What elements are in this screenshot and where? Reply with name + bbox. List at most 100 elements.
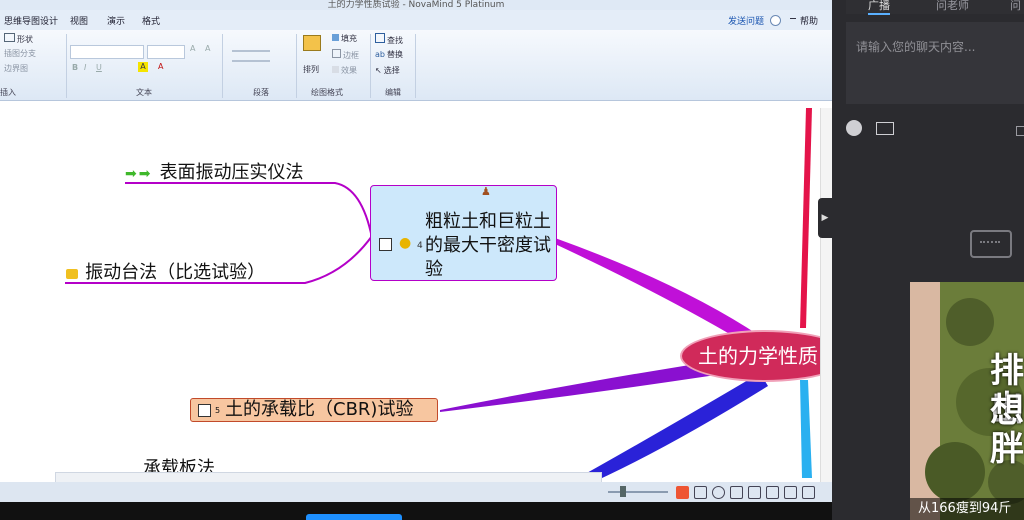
topic-cbr[interactable]: 5 土的承载比（CBR)试验 xyxy=(190,398,438,422)
border-button[interactable]: 边框 xyxy=(332,49,359,61)
fullscreen-icon[interactable] xyxy=(802,486,815,499)
group-label-draw: 绘图格式 xyxy=(311,88,343,97)
emoji-icon[interactable] xyxy=(846,120,862,136)
connector-surface xyxy=(125,182,373,239)
italic-icon[interactable]: I xyxy=(84,63,86,72)
voice-icon[interactable] xyxy=(730,486,743,499)
align-icon[interactable] xyxy=(232,50,270,62)
branch-table-label: 振动台法（比选试验） xyxy=(85,262,266,283)
tab-ask-teacher[interactable]: 问老师 xyxy=(936,0,969,13)
menu-present[interactable]: 演示 xyxy=(107,14,125,27)
ad-text-line2: 想胖 xyxy=(990,391,1024,469)
collapse-sidebar-button[interactable]: ▶ xyxy=(818,198,832,238)
fill-button[interactable]: 填充 xyxy=(332,33,357,44)
zoom-slider[interactable] xyxy=(608,491,668,493)
ribbon-separator xyxy=(296,34,297,98)
keyboard-icon[interactable] xyxy=(766,486,779,499)
boundary-label: 边界图 xyxy=(4,64,28,73)
branch-vibration-table[interactable]: 振动台法（比选试验） xyxy=(66,258,265,284)
topic-number: 4 xyxy=(417,241,423,251)
group-label-text: 文本 xyxy=(136,88,152,97)
insert-branch-label: 插图分支 xyxy=(4,49,36,58)
highlight-icon[interactable]: A xyxy=(138,62,148,72)
input-mode-icon[interactable] xyxy=(694,486,707,499)
connector-bottom xyxy=(800,380,812,478)
effect-label: 效果 xyxy=(341,66,357,75)
branch-surface-label: 表面振动压实仪法 xyxy=(159,162,304,183)
arrow-right-icon: ➡ xyxy=(138,166,151,182)
menu-view[interactable]: 视图 xyxy=(70,14,88,27)
group-label-edit: 编辑 xyxy=(385,88,401,97)
tab-ask[interactable]: 问 xyxy=(1010,0,1021,13)
emoji-icon[interactable] xyxy=(712,486,725,499)
mic-icon[interactable] xyxy=(748,486,761,499)
ad-video-panel[interactable]: 排出 想胖 从166瘦到94斤 xyxy=(910,282,1024,520)
ribbon-separator xyxy=(66,34,67,98)
shape-label: 形状 xyxy=(17,35,33,44)
menu-mindmap-design[interactable]: 思维导图设计 xyxy=(4,14,58,27)
vertical-scrollbar[interactable] xyxy=(820,108,832,482)
shape-icon xyxy=(4,33,15,42)
group-label-insert: 插入 xyxy=(0,88,16,97)
shrink-font-icon[interactable]: A xyxy=(205,44,210,53)
topic-coarse-label: 粗粒土和巨粒土的最大干密度试验 xyxy=(425,211,551,280)
ribbon-separator xyxy=(415,34,416,98)
task-checkbox-icon[interactable] xyxy=(198,404,211,417)
topic-cbr-label: 土的承载比（CBR)试验 xyxy=(225,399,414,420)
zoom-thumb[interactable] xyxy=(620,486,626,497)
border-icon xyxy=(332,49,341,58)
cursor-icon: ↖ xyxy=(375,66,382,75)
bubble-dots xyxy=(980,241,1000,246)
fill-label: 填充 xyxy=(341,34,357,43)
window-title: 土的力学性质试验 - NovaMind 5 Platinum xyxy=(0,0,832,10)
connector-top xyxy=(800,108,812,328)
tab-broadcast[interactable]: 广播 xyxy=(868,0,890,15)
ad-caption: 从166瘦到94斤 xyxy=(910,498,1024,520)
ribbon-separator xyxy=(222,34,223,98)
image-icon[interactable] xyxy=(876,122,894,135)
chevron-down-icon xyxy=(790,18,796,23)
replace-button[interactable]: ab 替换 xyxy=(375,49,403,60)
lightbulb-icon: ● xyxy=(399,235,412,251)
menu-format[interactable]: 格式 xyxy=(142,14,160,27)
font-color-icon[interactable]: A xyxy=(158,62,163,71)
branch-surface-vibration[interactable]: ➡ ➡ 表面振动压实仪法 xyxy=(125,158,304,184)
chat-input[interactable]: 请输入您的聊天内容... xyxy=(846,22,1024,104)
mindmap-canvas[interactable]: 土的力学性质 ● 4 ♟ 粗粒土和巨粒土的最大干密度试验 ➡ ➡ 表面振动压实仪法… xyxy=(0,108,832,520)
select-label: 选择 xyxy=(383,66,400,75)
font-size-combo[interactable] xyxy=(147,45,185,59)
taskbar xyxy=(0,502,832,520)
border-label: 边框 xyxy=(343,51,359,60)
select-button[interactable]: ↖ 选择 xyxy=(375,65,400,76)
binoculars-icon xyxy=(375,33,385,43)
topic-number: 5 xyxy=(215,406,221,415)
topic-coarse-soil[interactable]: ● 4 ♟ 粗粒土和巨粒土的最大干密度试验 xyxy=(370,185,557,281)
underline-icon[interactable]: U xyxy=(96,63,102,72)
find-label: 查找 xyxy=(387,36,403,45)
send-icon[interactable] xyxy=(1016,126,1024,136)
chat-bubble-icon xyxy=(970,230,1012,258)
replace-icon: ab xyxy=(375,50,385,59)
group-label-paragraph: 段落 xyxy=(253,88,269,97)
bold-icon[interactable]: B xyxy=(72,63,78,72)
feedback-link[interactable]: 发送问题 xyxy=(728,14,764,27)
find-button[interactable]: 查找 xyxy=(375,33,403,46)
arrange-button[interactable]: 排列 xyxy=(303,64,319,75)
status-bar xyxy=(0,482,832,502)
connector-coarse xyxy=(555,238,760,340)
ribbon-shape-button[interactable]: 形状 xyxy=(4,33,33,45)
grow-font-icon[interactable]: A xyxy=(190,44,195,53)
ribbon-insert-branch-button[interactable]: 插图分支 xyxy=(4,48,36,59)
font-family-combo[interactable] xyxy=(70,45,144,59)
task-checkbox-icon[interactable] xyxy=(379,238,392,251)
ribbon-boundary-button[interactable]: 边界图 xyxy=(4,63,28,74)
arrange-icon[interactable] xyxy=(303,35,321,51)
sogou-icon[interactable] xyxy=(676,486,689,499)
help-icon[interactable] xyxy=(770,15,781,26)
sidebar-tabs: 广播 问老师 问 xyxy=(846,0,1024,15)
menu-help[interactable]: 帮助 xyxy=(800,14,818,27)
taskbar-active-button[interactable] xyxy=(306,514,402,520)
effect-button[interactable]: 效果 xyxy=(332,65,357,76)
menu-bar: 思维导图设计 视图 演示 格式 发送问题 帮助 xyxy=(0,10,832,30)
tools-icon[interactable] xyxy=(784,486,797,499)
